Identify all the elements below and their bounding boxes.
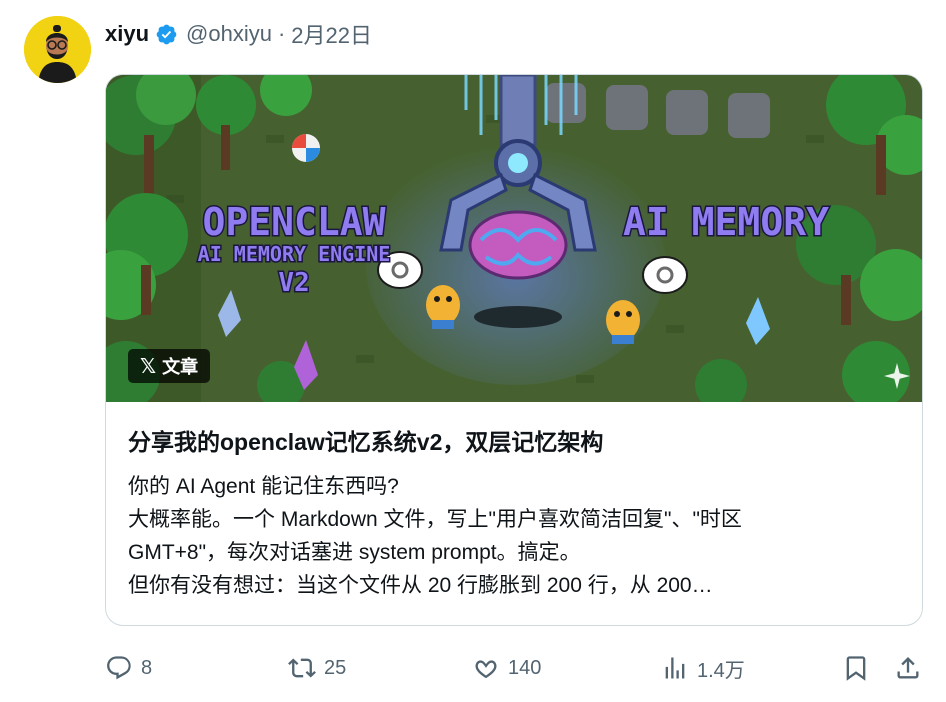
separator-dot: · — [277, 21, 286, 46]
excerpt-line: GMT+8"，每次对话塞进 system prompt。搞定。 — [128, 541, 581, 564]
banner-left-subtitle: AI MEMORY ENGINE — [198, 242, 391, 266]
repost-icon — [288, 658, 316, 678]
share-button[interactable] — [894, 648, 922, 688]
banner-right-title: AI MEMORY — [623, 200, 829, 244]
bookmark-button[interactable] — [842, 648, 870, 688]
article-card[interactable]: OPENCLAW AI MEMORY ENGINE V2 AI MEMORY 𝕏… — [105, 74, 923, 626]
article-title[interactable]: 分享我的openclaw记忆系统v2，双层记忆架构 — [128, 426, 900, 458]
banner-left-version: V2 — [278, 268, 309, 298]
verified-badge-icon — [155, 23, 178, 46]
banner-illustration: OPENCLAW AI MEMORY ENGINE V2 AI MEMORY — [106, 75, 922, 402]
share-icon — [897, 657, 919, 679]
tweet-header: xiyu @ohxiyu · 2月22日 — [105, 18, 372, 50]
excerpt-line: 但你有没有想过：当这个文件从 20 行膨胀到 200 行，从 200… — [128, 574, 713, 597]
article-badge: 𝕏 文章 — [128, 349, 211, 383]
article-banner[interactable]: OPENCLAW AI MEMORY ENGINE V2 AI MEMORY 𝕏… — [106, 75, 922, 402]
excerpt-line: 大概率能。一个 Markdown 文件，写上"用户喜欢简洁回复"、"时区 — [128, 508, 742, 531]
bookmark-icon — [846, 656, 866, 681]
views-button[interactable]: 1.4万 — [661, 648, 745, 688]
author-handle[interactable]: @ohxiyu — [186, 21, 272, 47]
article-excerpt: 你的 AI Agent 能记住东西吗? 大概率能。一个 Markdown 文件，… — [128, 470, 900, 602]
repost-count: 25 — [324, 656, 347, 679]
views-chart-icon — [665, 657, 685, 679]
article-content[interactable]: 分享我的openclaw记忆系统v2，双层记忆架构 你的 AI Agent 能记… — [106, 402, 922, 602]
like-button[interactable]: 140 — [472, 648, 541, 688]
banner-left-title: OPENCLAW — [202, 200, 385, 244]
sparkle-icon — [884, 363, 910, 389]
avatar[interactable] — [24, 16, 91, 83]
author-name[interactable]: xiyu — [105, 21, 149, 47]
reply-count: 8 — [141, 656, 153, 679]
post-date[interactable]: 2月22日 — [291, 18, 372, 50]
excerpt-line: 你的 AI Agent 能记住东西吗? — [128, 475, 399, 498]
repost-button[interactable]: 25 — [288, 648, 346, 688]
reply-button[interactable]: 8 — [105, 648, 152, 688]
article-badge-label: 文章 — [162, 357, 199, 377]
heart-icon — [475, 660, 497, 679]
like-count: 140 — [508, 656, 542, 679]
reply-icon — [107, 656, 131, 680]
x-logo-icon: 𝕏 — [140, 354, 157, 378]
views-count: 1.4万 — [697, 659, 745, 682]
avatar-image — [24, 16, 91, 83]
action-bar: 8 25 140 1.4万 — [105, 648, 925, 688]
